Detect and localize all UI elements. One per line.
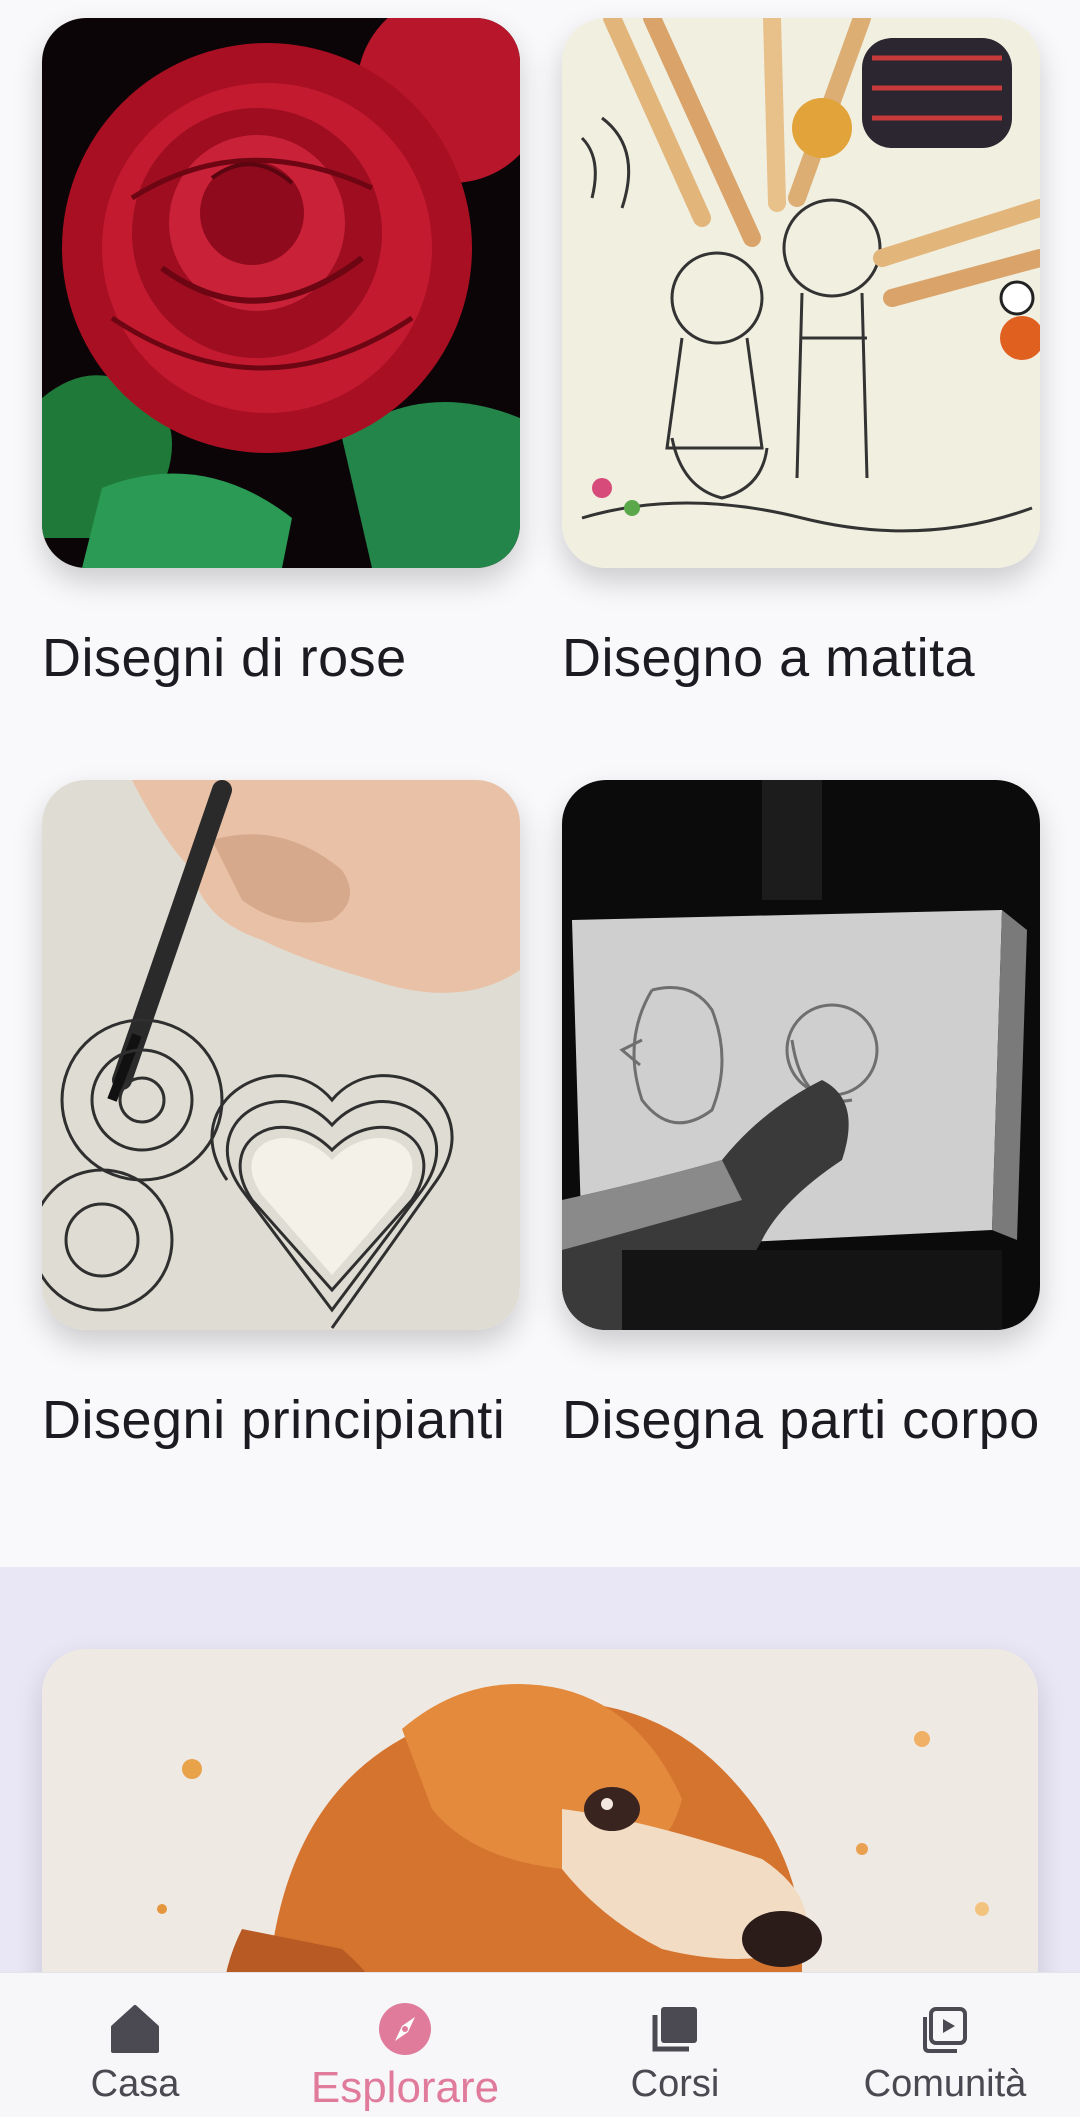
category-image-pencil — [562, 18, 1040, 568]
category-image-body-parts — [562, 780, 1040, 1330]
book-stack-icon — [652, 2007, 697, 2052]
category-title: Disegna parti corpo — [562, 1390, 1040, 1450]
nav-item-corsi[interactable]: Corsi — [540, 1973, 810, 2117]
nav-item-esplorare[interactable]: Esplorare — [270, 1973, 540, 2117]
category-card-body-parts[interactable]: Disegna parti corpo — [562, 780, 1040, 1456]
nav-label: Comunità — [863, 2063, 1027, 2105]
video-library-icon — [923, 2007, 967, 2053]
nav-label: Casa — [90, 2063, 180, 2105]
explore-screen: Disegni di rose Disegno a matita Disegni… — [0, 0, 1080, 2117]
category-image-roses — [42, 18, 520, 568]
category-image-beginners — [42, 780, 520, 1330]
nav-label: Esplorare — [310, 2063, 500, 2112]
category-card-pencil[interactable]: Disegno a matita — [562, 18, 1040, 694]
compass-icon — [379, 2003, 431, 2055]
bottom-navigation: Casa Esplorare Corsi Comunità — [0, 1972, 1080, 2117]
category-title: Disegno a matita — [562, 628, 976, 688]
nav-item-casa[interactable]: Casa — [0, 1973, 270, 2117]
category-title: Disegni principianti — [42, 1390, 506, 1450]
home-icon — [111, 2005, 159, 2053]
category-grid: Disegni di rose Disegno a matita Disegni… — [0, 0, 1080, 1567]
category-card-roses[interactable]: Disegni di rose — [42, 18, 520, 694]
category-title: Disegni di rose — [42, 628, 407, 688]
nav-item-comunita[interactable]: Comunità — [810, 1973, 1080, 2117]
category-card-beginners[interactable]: Disegni principianti — [42, 780, 520, 1456]
nav-label: Corsi — [630, 2063, 720, 2105]
